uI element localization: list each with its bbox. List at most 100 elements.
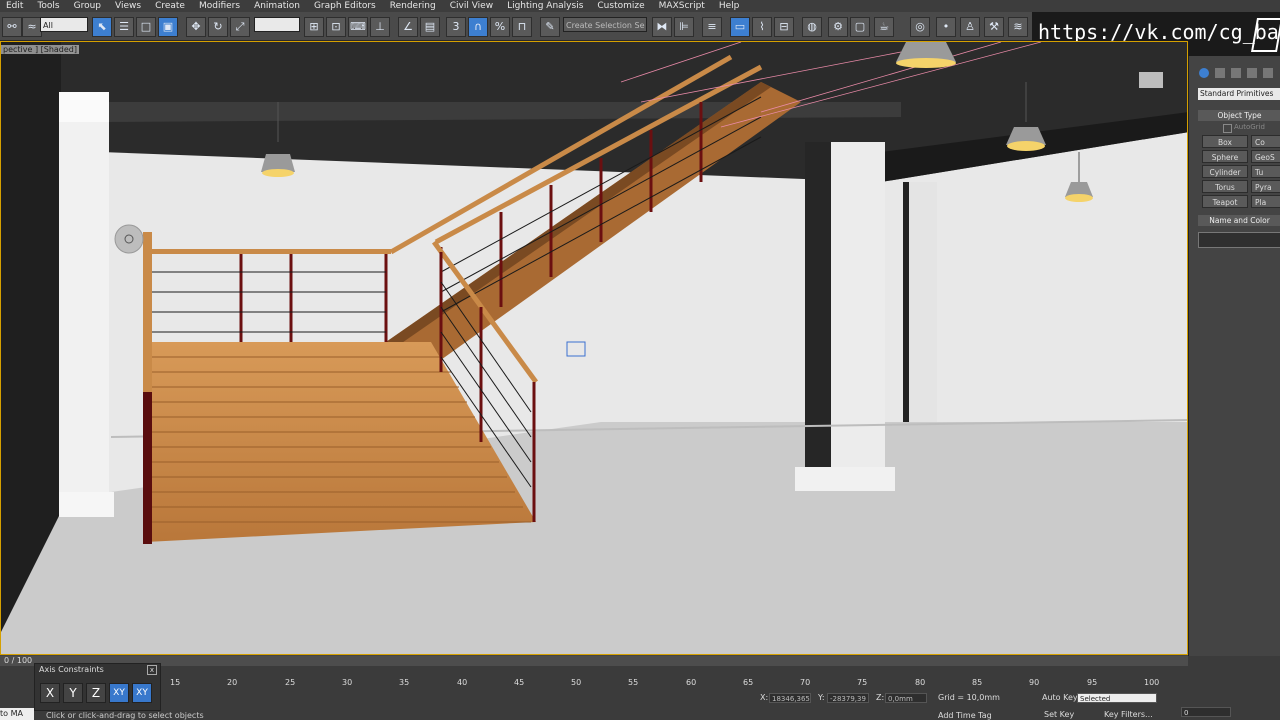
key-filters-button[interactable]: Key Filters... — [1104, 710, 1153, 719]
rect-selection-icon[interactable]: □ — [136, 17, 156, 37]
ribbon-icon[interactable]: ≋ — [1008, 17, 1028, 37]
track-tick: 80 — [915, 678, 926, 687]
percent-snap-icon[interactable]: ▤ — [420, 17, 440, 37]
z-coordinate-field[interactable]: 0,0mm — [885, 693, 927, 703]
menu-animation[interactable]: Animation — [248, 1, 308, 11]
angle-snap-icon[interactable]: ∠ — [398, 17, 418, 37]
track-tick: 35 — [399, 678, 410, 687]
viewport-label[interactable]: pective ] [Shaded] — [1, 45, 79, 54]
keyboard-shortcut-icon[interactable]: ⌨ — [348, 17, 368, 37]
track-tick: 50 — [571, 678, 582, 687]
plane-button[interactable]: Pla — [1251, 195, 1280, 208]
cameras-icon[interactable] — [1247, 68, 1257, 78]
perspective-viewport[interactable]: pective ] [Shaded] — [0, 41, 1188, 655]
box-button[interactable]: Box — [1202, 135, 1248, 148]
autogrid-checkbox[interactable] — [1223, 124, 1232, 133]
rendered-frame-icon[interactable]: ▢ — [850, 17, 870, 37]
close-icon[interactable]: x — [147, 665, 157, 675]
menu-modifiers[interactable]: Modifiers — [193, 1, 248, 11]
menu-lighting-analysis[interactable]: Lighting Analysis — [501, 1, 591, 11]
axis-xy-cycle-button[interactable]: XY — [132, 683, 152, 703]
axis-y-button[interactable]: Y — [63, 683, 83, 703]
rotate-icon[interactable]: ↻ — [208, 17, 228, 37]
menu-create[interactable]: Create — [149, 1, 193, 11]
primitive-category-select[interactable]: Standard Primitives — [1198, 88, 1280, 100]
percent-icon[interactable]: % — [490, 17, 510, 37]
selection-filter-select[interactable]: All — [40, 17, 88, 32]
render-icon[interactable]: ☕ — [874, 17, 894, 37]
track-tick: 65 — [743, 678, 754, 687]
menu-civil-view[interactable]: Civil View — [444, 1, 501, 11]
teapot-button[interactable]: Teapot — [1202, 195, 1248, 208]
axis-x-button[interactable]: X — [40, 683, 60, 703]
menu-group[interactable]: Group — [68, 1, 109, 11]
menu-maxscript[interactable]: MAXScript — [653, 1, 713, 11]
name-color-rollout[interactable]: Name and Color — [1198, 215, 1280, 226]
edit-named-selection-icon[interactable]: ✎ — [540, 17, 560, 37]
tube-button[interactable]: Tu — [1251, 165, 1280, 178]
menu-graph-editors[interactable]: Graph Editors — [308, 1, 384, 11]
align-icon[interactable]: ⊫ — [674, 17, 694, 37]
key-mode-select[interactable]: Selected — [1077, 693, 1157, 703]
material-editor-icon[interactable]: ◍ — [802, 17, 822, 37]
time-slider[interactable]: 0 / 100 — [0, 656, 1188, 666]
menu-customize[interactable]: Customize — [591, 1, 652, 11]
render-setup-icon[interactable]: ⚙ — [828, 17, 848, 37]
shirt-icon[interactable]: ♙ — [960, 17, 980, 37]
torus-button[interactable]: Torus — [1202, 180, 1248, 193]
auto-key-button[interactable]: Auto Key — [1042, 693, 1078, 702]
maxscript-listener[interactable]: to MA — [0, 708, 34, 720]
axis-xy-button[interactable]: XY — [109, 683, 129, 703]
pivot-icon[interactable]: ⊞ — [304, 17, 324, 37]
menu-edit[interactable]: Edit — [0, 1, 31, 11]
track-tick: 90 — [1029, 678, 1040, 687]
graphite-tools-icon[interactable]: ◎ — [910, 17, 930, 37]
link-icon[interactable]: ⚯ — [2, 17, 22, 37]
cylinder-button[interactable]: Cylinder — [1202, 165, 1248, 178]
shapes-icon[interactable] — [1215, 68, 1225, 78]
scene-explorer-icon[interactable]: ▭ — [730, 17, 750, 37]
menu-help[interactable]: Help — [713, 1, 748, 11]
y-coordinate-field[interactable]: -28379,39 — [827, 693, 869, 703]
cone-button[interactable]: Co — [1251, 135, 1280, 148]
object-name-field[interactable] — [1198, 232, 1280, 248]
geosphere-button[interactable]: GeoS — [1251, 150, 1280, 163]
menu-tools[interactable]: Tools — [31, 1, 67, 11]
spinner-snap-icon[interactable]: 3 — [446, 17, 466, 37]
bone-icon[interactable]: ⚒ — [984, 17, 1004, 37]
object-type-rollout[interactable]: Object Type — [1198, 110, 1280, 121]
x-coordinate-field[interactable]: 18346,365 — [769, 693, 811, 703]
mirror-icon[interactable]: ⧓ — [652, 17, 672, 37]
window-crossing-icon[interactable]: ▣ — [158, 17, 178, 37]
lights-icon[interactable] — [1231, 68, 1241, 78]
layer-manager-icon[interactable]: ≡ — [702, 17, 722, 37]
bind-space-warp-icon[interactable]: ≈ — [22, 17, 42, 37]
snaps-toggle-icon[interactable]: ⊥ — [370, 17, 390, 37]
move-icon[interactable]: ✥ — [186, 17, 206, 37]
menu-rendering[interactable]: Rendering — [384, 1, 444, 11]
lock-icon[interactable]: ⊓ — [512, 17, 532, 37]
curve-editor-icon[interactable]: ⌇ — [752, 17, 772, 37]
menu-bar: Edit Tools Group Views Create Modifiers … — [0, 0, 1280, 12]
named-selection-select[interactable]: Create Selection Se — [563, 17, 647, 32]
axis-z-button[interactable]: Z — [86, 683, 106, 703]
pyramid-button[interactable]: Pyra — [1251, 180, 1280, 193]
schematic-view-icon[interactable]: ⊟ — [774, 17, 794, 37]
select-object-icon[interactable]: ⬉ — [92, 17, 112, 37]
track-bar[interactable]: 15 20 25 30 35 40 45 50 55 60 65 70 75 8… — [160, 678, 1170, 690]
menu-views[interactable]: Views — [109, 1, 149, 11]
sphere-button[interactable]: Sphere — [1202, 150, 1248, 163]
set-key-button[interactable]: Set Key — [1044, 710, 1074, 719]
add-time-tag-button[interactable]: Add Time Tag — [938, 711, 992, 720]
geometry-icon[interactable] — [1199, 68, 1209, 78]
magnet-snap-icon[interactable]: ∩ — [468, 17, 488, 37]
dot-icon[interactable]: • — [936, 17, 956, 37]
time-slider-label: 0 / 100 — [4, 656, 33, 665]
scale-icon[interactable]: ⤢ — [230, 17, 250, 37]
current-frame-field[interactable]: 0 — [1181, 707, 1231, 717]
x-label: X: — [760, 693, 769, 702]
helpers-icon[interactable] — [1263, 68, 1273, 78]
select-by-name-icon[interactable]: ☰ — [114, 17, 134, 37]
select-manipulate-icon[interactable]: ⊡ — [326, 17, 346, 37]
reference-coord-select[interactable] — [254, 17, 300, 32]
